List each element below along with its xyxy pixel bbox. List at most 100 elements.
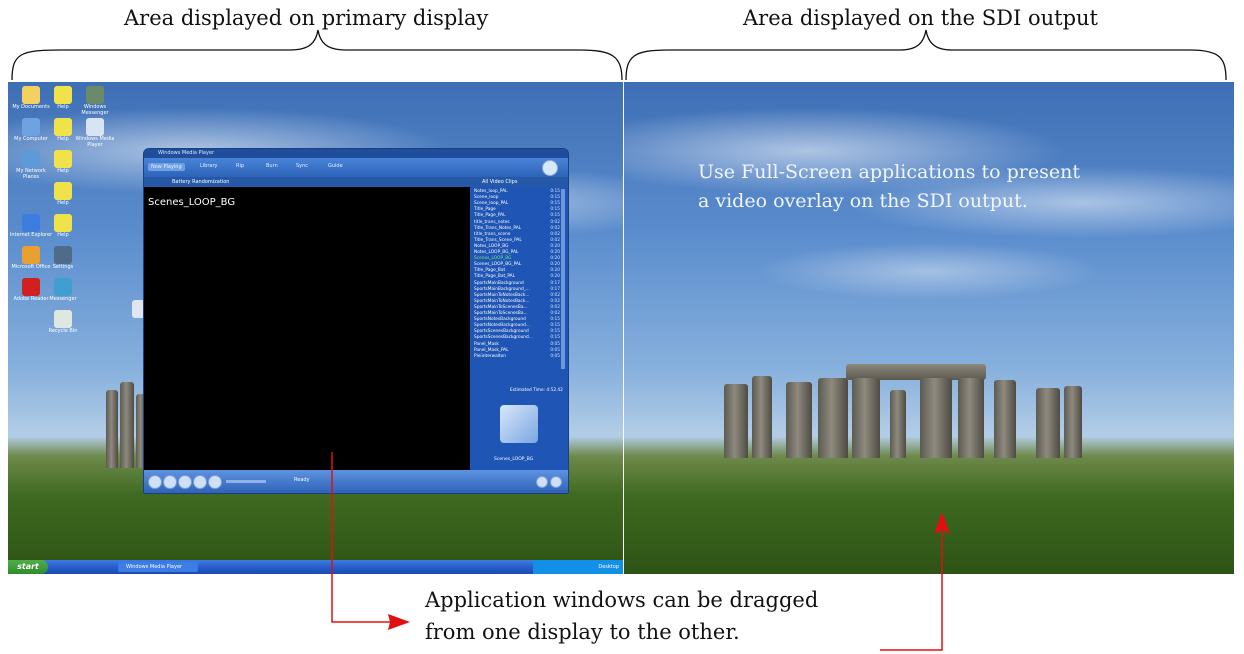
annotation-line-1: Application windows can be dragged [425,588,819,612]
desktop-icon-recycle-bin[interactable]: Recycle Bin [40,310,86,334]
help-icon [54,118,72,136]
desktop-icon-chat[interactable]: Messenger [40,278,86,302]
playlist-item[interactable]: Panel_Mask_PAL [474,348,509,353]
playlist-item[interactable]: Notes_loop_PAL [474,189,508,194]
volume-slider[interactable] [226,480,266,483]
next-button[interactable] [193,475,207,489]
playlist-item[interactable]: SportsMainBackground [474,281,524,286]
playlist-item-duration: 0:02 [550,298,560,304]
playlist-item[interactable]: Scene_loop [474,195,498,200]
playlist-item[interactable]: SportsMainToScenesBa... [474,311,528,316]
desktop-icon-media-player[interactable]: Windows Media Player [72,118,118,148]
playlist-scrollbar[interactable] [561,189,565,369]
tab-sync[interactable]: Sync [296,163,308,169]
messenger-icon [86,86,104,104]
playlist-item[interactable]: SportsMainToNotesBack... [474,299,530,304]
help-icon [54,150,72,168]
playlist-item[interactable]: SportsNotesBackground... [474,323,530,328]
now-playing-label: Scenes_LOOP_BG [494,457,534,462]
tab-burn[interactable]: Burn [266,163,278,169]
playlist-item[interactable]: Title_Page [474,207,496,212]
playlist-item[interactable]: Title_Page_PAL [474,213,506,218]
drag-annotation: Application windows can be dragged from … [425,584,818,648]
playlist-item-duration: 0:05 [550,353,560,359]
desktop-icon-help[interactable]: Help [40,182,86,206]
playlist-item[interactable]: SportsScenesBackground [474,329,529,334]
start-button[interactable]: start [8,560,48,574]
playlist-item-duration: 0:15 [550,207,560,213]
media-player-titlebar[interactable]: Windows Media Player [144,149,568,158]
playlist-item[interactable]: Scenes_LOOP_BG_PAL [474,262,521,267]
playlist-item-duration: 0:20 [550,262,560,268]
playlist-header[interactable]: All Video Clips [482,177,517,187]
playlist-pane: Notes_loop_PAL 0:15 Scene_loop 0:15 Scene_lo… [470,187,568,470]
tab-rip[interactable]: Rip [236,163,244,169]
help-icon [54,182,72,200]
playlist-item-duration: 0:15 [550,189,560,194]
playlist-item[interactable]: Scene_loop_PAL [474,201,508,206]
playlist-item[interactable]: SportsScenesBackground... [474,335,533,340]
playlist-item[interactable]: Pleiinterwalton [474,354,506,359]
playlist-item-duration: 0:15 [550,213,560,219]
annotation-line-2: from one display to the other. [425,620,740,644]
playlist-item[interactable]: Title_Trans_Notes_PAL [474,226,521,231]
media-player-window[interactable]: Windows Media Player Now Playing Library… [143,148,569,494]
playlist-item-duration: 0:20 [550,243,560,249]
playlist-item-duration: 0:15 [550,329,560,335]
playlist-item[interactable]: Title_Trans_Scene_PAL [474,238,522,243]
playlist-item-duration: 0:02 [550,231,560,237]
playlist-item-duration: 0:20 [550,268,560,274]
mute-button[interactable] [208,475,222,489]
playlist-item[interactable]: SportsMainToScenesBa... [474,305,528,310]
play-button[interactable] [148,475,162,489]
playlist-item[interactable]: Title_Page_Bat_PAL [474,274,515,279]
playlist-item-duration: 0:02 [550,292,560,298]
playlist-item[interactable]: Panel_Mask [474,342,499,347]
tab-guide[interactable]: Guide [328,163,343,169]
album-art-icon [500,405,538,443]
fullscreen-button[interactable] [550,476,562,488]
playlist-item-duration: 0:15 [550,317,560,323]
playlist-item-duration: 0:20 [550,274,560,280]
desktop-icon-label: Messenger [49,296,77,302]
playlist-item[interactable]: Title_Page_Bat [474,268,505,273]
desktop-icon-settings[interactable]: Settings [40,246,86,270]
desktop-icon-label: Help [57,168,69,174]
primary-display-screenshot: My Documents Help Windows Messenger My Comp… [8,82,623,574]
playlist-total-time: Estimated Time: 4:52.42 [510,388,563,393]
tab-now-playing[interactable]: Now Playing [148,163,185,171]
media-player-infobar: Battery Randomization All Video Clips [144,177,568,187]
playlist-item[interactable]: SportsNotesBackground [474,317,526,322]
caption-primary-display: Area displayed on primary display [124,6,489,30]
playlist-item[interactable]: SportsMainBackground_... [474,287,530,292]
tab-library[interactable]: Library [200,163,217,169]
desktop-icon-messenger[interactable]: Windows Messenger [72,86,118,116]
playlist-item[interactable]: title_trans_notes [474,220,510,225]
brace-primary [11,29,1227,81]
playlist-item[interactable]: Notes_LOOP_BG [474,244,509,249]
desktop-icon-label: Windows Media Player [75,136,115,148]
video-area[interactable]: Scenes_LOOP_BG [144,187,470,470]
playlist-item-duration: 0:15 [550,323,560,329]
desktop-icon-help[interactable]: Help [40,150,86,174]
stop-button[interactable] [163,475,177,489]
media-player-tabs: Now Playing Library Rip Burn Sync Guide [144,158,568,177]
playlist-item[interactable]: Scenes_LOOP_BG [474,256,511,261]
sdi-overlay-text: Use Full-Screen applications to present … [698,158,1198,216]
playlist-item-duration: 0:17 [550,280,560,286]
previous-button[interactable] [178,475,192,489]
status-text: Ready [294,477,310,483]
arrow-head-right [388,614,410,630]
desktop-icon-help[interactable]: Help [40,214,86,238]
playlist-item[interactable]: SportsMainToNotesBack... [474,293,530,298]
taskbar-item-media-player[interactable]: Windows Media Player [118,562,198,572]
ie-icon [22,214,40,232]
network-icon [22,150,40,168]
system-tray[interactable]: Desktop [533,560,623,574]
playlist-item[interactable]: title_trans_scene [474,232,510,237]
help-icon [54,214,72,232]
layout-button[interactable] [536,476,548,488]
playlist-item[interactable]: Notes_LOOP_BG_PAL [474,250,518,255]
computer-icon [22,118,40,136]
playlist-item-duration: 0:15 [550,335,560,341]
